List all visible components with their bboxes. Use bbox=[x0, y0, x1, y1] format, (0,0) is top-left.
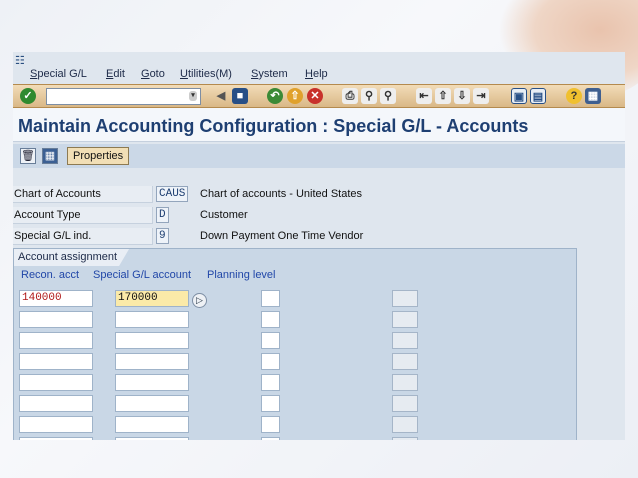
find-icon[interactable]: ⚲ bbox=[361, 88, 377, 104]
readonly-cell bbox=[392, 395, 418, 412]
application-toolbar: 🗑 ▦ Properties bbox=[13, 144, 625, 168]
planning-level-input[interactable] bbox=[261, 311, 280, 328]
account-type-row: Account Type D Customer bbox=[13, 207, 625, 225]
save-icon[interactable]: ■ bbox=[232, 88, 248, 104]
account-type-value: D bbox=[156, 207, 169, 223]
chart-of-accounts-description: Chart of accounts - United States bbox=[200, 188, 363, 200]
readonly-cell bbox=[392, 416, 418, 433]
shortcut-icon[interactable]: ▤ bbox=[530, 88, 546, 104]
recon-acct-input[interactable] bbox=[19, 374, 93, 391]
planning-level-input[interactable] bbox=[261, 290, 280, 307]
planning-level-input[interactable] bbox=[261, 353, 280, 370]
readonly-cell bbox=[392, 353, 418, 370]
menu-bar: Special G/L Edit Goto Utilities(M) Syste… bbox=[13, 64, 625, 84]
special-gl-ind-value: 9 bbox=[156, 228, 169, 244]
planning-level-input[interactable] bbox=[261, 332, 280, 349]
special-gl-account-input[interactable] bbox=[115, 374, 189, 391]
account-type-label: Account Type bbox=[13, 207, 153, 224]
print-icon[interactable]: ⎙ bbox=[342, 88, 358, 104]
menu-special-gl[interactable]: Special G/L bbox=[30, 68, 87, 80]
back-icon[interactable]: ↶ bbox=[267, 88, 283, 104]
readonly-cell bbox=[392, 374, 418, 391]
standard-toolbar: ✓ ▾ ◀ ■ ↶ ⇧ ✕ ⎙ ⚲ ⚲ ⇤ ⇧ ⇩ ⇥ ▣ ▤ ? ▦ bbox=[13, 84, 625, 108]
recon-acct-input[interactable] bbox=[19, 416, 93, 433]
new-session-icon[interactable]: ▣ bbox=[511, 88, 527, 104]
command-dropdown-icon[interactable]: ▾ bbox=[189, 91, 197, 101]
page-title: Maintain Accounting Configuration : Spec… bbox=[18, 116, 529, 136]
column-special-gl-account: Special G/L account bbox=[93, 269, 192, 281]
menu-utilities[interactable]: Utilities(M) bbox=[180, 68, 232, 80]
special-gl-account-input[interactable]: 170000 bbox=[115, 290, 189, 307]
menu-help[interactable]: Help bbox=[305, 68, 328, 80]
account-assignment-tab: Account assignment bbox=[14, 249, 129, 266]
command-field[interactable] bbox=[46, 88, 201, 105]
exit-icon[interactable]: ⇧ bbox=[287, 88, 303, 104]
chart-of-accounts-value: CAUS bbox=[156, 186, 189, 202]
menu-system[interactable]: System bbox=[251, 68, 288, 80]
delete-icon[interactable]: 🗑 bbox=[20, 148, 36, 164]
back-arrow-icon[interactable]: ◀ bbox=[213, 88, 229, 104]
menu-edit[interactable]: Edit bbox=[106, 68, 125, 80]
account-assignment-group: Account assignment Recon. acct Special G… bbox=[13, 248, 577, 440]
last-page-icon[interactable]: ⇥ bbox=[473, 88, 489, 104]
chart-of-accounts-row: Chart of Accounts CAUS Chart of accounts… bbox=[13, 186, 625, 204]
readonly-cell bbox=[392, 437, 418, 440]
planning-level-input[interactable] bbox=[261, 395, 280, 412]
recon-acct-input[interactable]: 140000 bbox=[19, 290, 93, 307]
value-help-icon[interactable]: ▷ bbox=[192, 293, 207, 308]
readonly-cell bbox=[392, 311, 418, 328]
account-type-description: Customer bbox=[200, 209, 248, 221]
column-planning-level: Planning level bbox=[207, 269, 276, 281]
special-gl-ind-row: Special G/L ind. 9 Down Payment One Time… bbox=[13, 228, 625, 246]
first-page-icon[interactable]: ⇤ bbox=[416, 88, 432, 104]
help-icon[interactable]: ? bbox=[566, 88, 582, 104]
special-gl-ind-label: Special G/L ind. bbox=[13, 228, 153, 245]
next-page-icon[interactable]: ⇩ bbox=[454, 88, 470, 104]
special-gl-account-input[interactable] bbox=[115, 437, 189, 440]
special-gl-account-input[interactable] bbox=[115, 353, 189, 370]
planning-level-input[interactable] bbox=[261, 374, 280, 391]
recon-acct-input[interactable] bbox=[19, 437, 93, 440]
enter-icon[interactable]: ✓ bbox=[20, 88, 36, 104]
planning-level-input[interactable] bbox=[261, 437, 280, 440]
recon-acct-input[interactable] bbox=[19, 353, 93, 370]
special-gl-account-input[interactable] bbox=[115, 311, 189, 328]
chart-of-accounts-label: Chart of Accounts bbox=[13, 186, 153, 203]
menu-goto[interactable]: Goto bbox=[141, 68, 165, 80]
find-next-icon[interactable]: ⚲ bbox=[380, 88, 396, 104]
column-recon-acct: Recon. acct bbox=[21, 269, 80, 281]
special-gl-ind-description: Down Payment One Time Vendor bbox=[200, 230, 364, 242]
special-gl-account-input[interactable] bbox=[115, 416, 189, 433]
cancel-icon[interactable]: ✕ bbox=[307, 88, 323, 104]
sap-window: ☷ Special G/L Edit Goto Utilities(M) Sys… bbox=[13, 52, 625, 440]
recon-acct-input[interactable] bbox=[19, 395, 93, 412]
planning-level-input[interactable] bbox=[261, 416, 280, 433]
recon-acct-input[interactable] bbox=[19, 311, 93, 328]
title-bar: Maintain Accounting Configuration : Spec… bbox=[13, 108, 625, 142]
recon-acct-input[interactable] bbox=[19, 332, 93, 349]
readonly-cell bbox=[392, 332, 418, 349]
previous-page-icon[interactable]: ⇧ bbox=[435, 88, 451, 104]
layout-menu-icon[interactable]: ▦ bbox=[585, 88, 601, 104]
special-gl-account-input[interactable] bbox=[115, 332, 189, 349]
table-icon[interactable]: ▦ bbox=[42, 148, 58, 164]
properties-button[interactable]: Properties bbox=[67, 147, 130, 165]
readonly-cell bbox=[392, 290, 418, 307]
special-gl-account-input[interactable] bbox=[115, 395, 189, 412]
